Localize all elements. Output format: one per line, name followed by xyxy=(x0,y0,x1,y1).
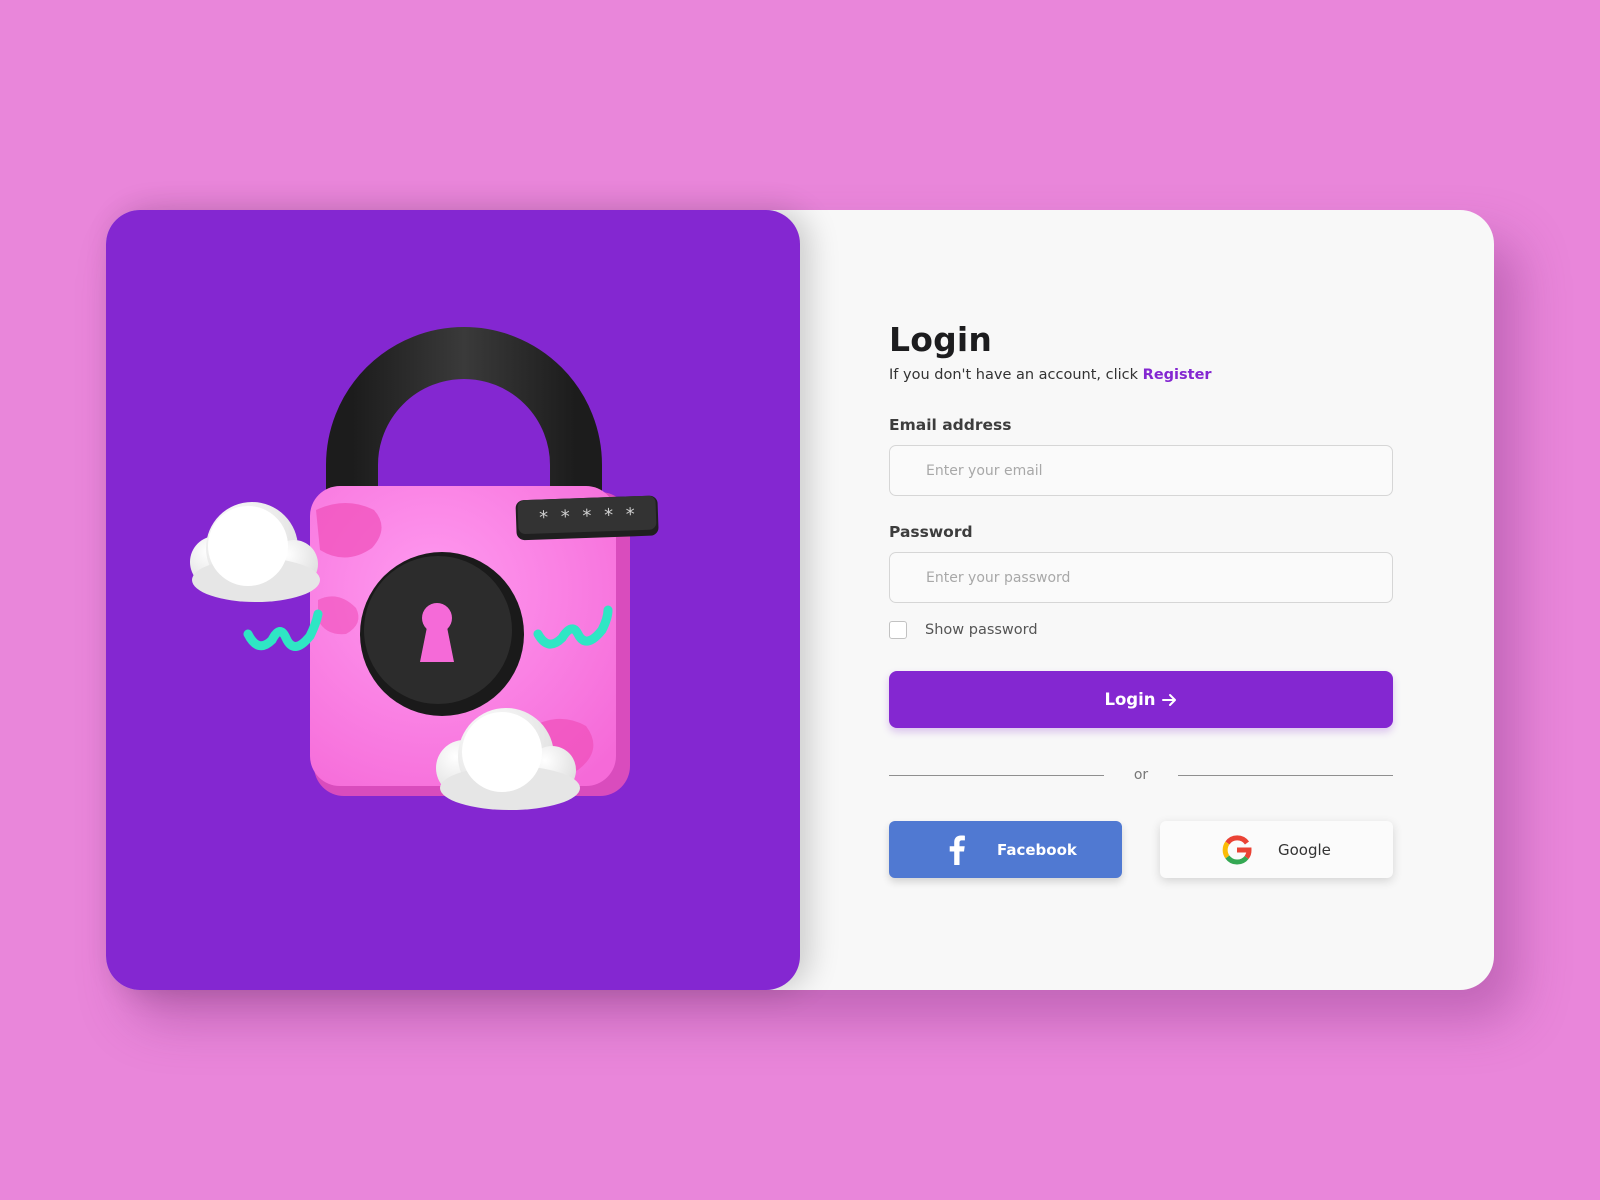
divider-text: or xyxy=(1133,767,1149,783)
google-login-button[interactable]: Google xyxy=(1160,821,1393,878)
show-password-row: Show password xyxy=(889,620,1393,640)
divider-line-right xyxy=(1178,774,1393,776)
page-title: Login xyxy=(889,320,993,359)
google-icon xyxy=(1222,834,1252,865)
facebook-icon xyxy=(945,835,969,865)
padlock-illustration: * * * * * xyxy=(190,327,659,810)
register-link[interactable]: Register xyxy=(1143,367,1212,383)
login-button[interactable]: Login xyxy=(889,671,1393,728)
divider-line-left xyxy=(889,774,1104,776)
email-label: Email address xyxy=(889,416,1012,434)
facebook-login-button[interactable]: Facebook xyxy=(889,821,1122,878)
or-divider: or xyxy=(889,765,1393,785)
squiggle-left xyxy=(243,609,323,651)
register-prompt: If you don't have an account, click Regi… xyxy=(889,367,1393,383)
password-tag-text: * * * * * xyxy=(538,504,636,528)
show-password-checkbox[interactable] xyxy=(889,621,907,639)
arrow-right-icon xyxy=(1161,693,1176,706)
login-form: Login If you don't have an account, clic… xyxy=(889,320,1393,878)
login-button-label: Login xyxy=(1104,690,1156,709)
register-prompt-text: If you don't have an account, click xyxy=(889,367,1143,383)
social-login-row: Facebook Google xyxy=(889,821,1393,878)
password-label: Password xyxy=(889,523,973,541)
password-field[interactable] xyxy=(889,552,1393,603)
illustration-panel: * * * * * xyxy=(106,210,800,990)
email-field[interactable] xyxy=(889,445,1393,496)
google-label: Google xyxy=(1278,840,1331,859)
cloud-left xyxy=(190,502,320,602)
facebook-label: Facebook xyxy=(997,840,1077,859)
show-password-label[interactable]: Show password xyxy=(925,622,1038,638)
